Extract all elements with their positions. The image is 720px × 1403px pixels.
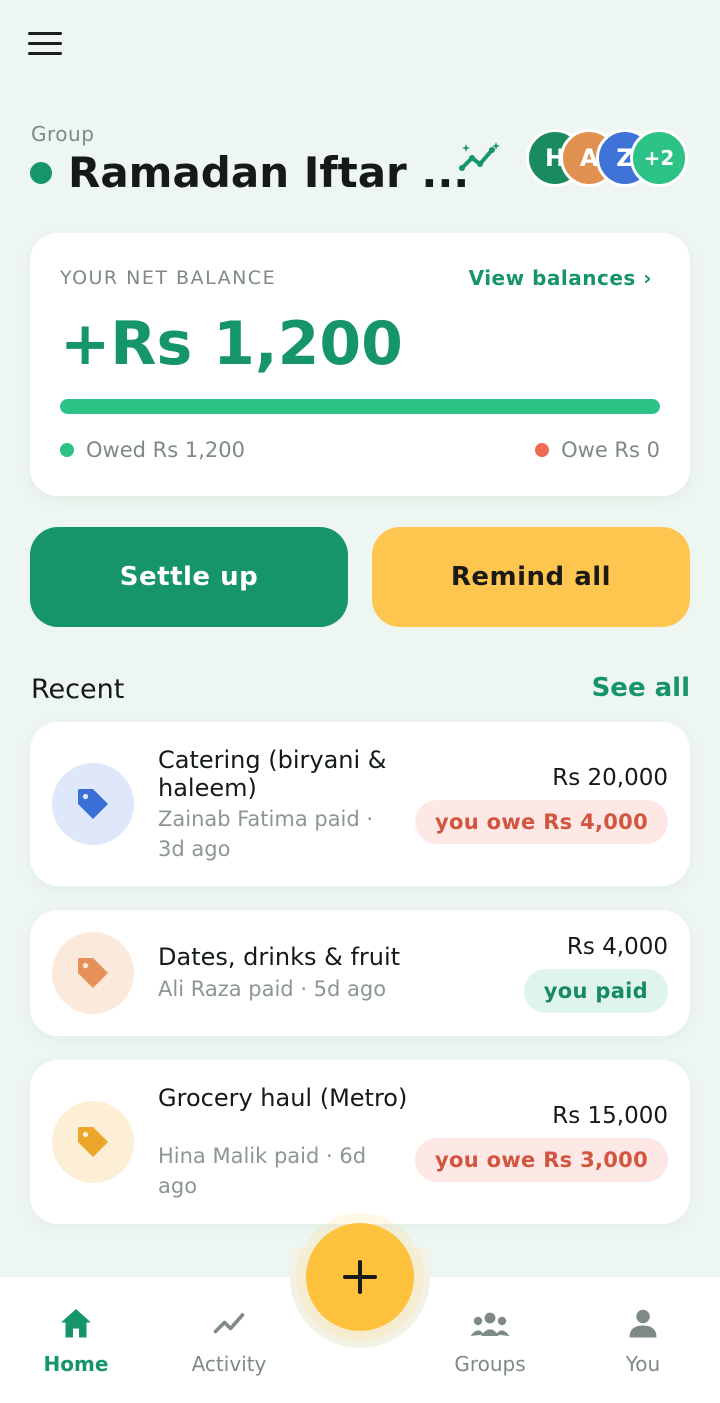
group-title: Ramadan Iftar ... bbox=[68, 148, 470, 197]
groups-icon bbox=[470, 1312, 510, 1336]
status-badge: you owe Rs 3,000 bbox=[415, 1138, 668, 1182]
user-icon bbox=[629, 1309, 657, 1338]
expense-subtitle: Hina Malik paid · 6d ago bbox=[158, 1144, 367, 1198]
expense-title: Grocery haul (Metro) bbox=[158, 1084, 408, 1112]
balance-progress-fill bbox=[60, 399, 660, 414]
tag-icon bbox=[78, 789, 108, 819]
expense-subtitle: Zainab Fatima paid · 3d ago bbox=[158, 807, 374, 861]
settle-up-button[interactable]: Settle up bbox=[30, 527, 348, 627]
owed-label: Owed Rs 1,200 bbox=[86, 438, 245, 462]
expense-title: Catering (biryani & haleem) bbox=[158, 746, 387, 802]
view-balances-link[interactable]: View balances › bbox=[469, 266, 652, 290]
group-title-row[interactable]: Ramadan Iftar ... bbox=[30, 148, 469, 197]
hamburger-menu-icon bbox=[28, 32, 62, 35]
owe-legend: Owe Rs 0 bbox=[535, 438, 660, 462]
nav-label: Home bbox=[43, 1352, 109, 1376]
expense-amount: Rs 4,000 bbox=[566, 934, 668, 960]
status-badge: you paid bbox=[523, 969, 668, 1013]
menu-button[interactable] bbox=[28, 32, 64, 60]
nav-groups[interactable]: Groups bbox=[430, 1306, 550, 1376]
expense-item[interactable]: Catering (biryani & haleem) Zainab Fatim… bbox=[30, 722, 690, 886]
owe-label: Owe Rs 0 bbox=[561, 438, 660, 462]
owed-legend: Owed Rs 1,200 bbox=[60, 438, 245, 462]
insights-button[interactable] bbox=[456, 140, 504, 180]
net-balance-label: YOUR NET BALANCE bbox=[60, 267, 277, 289]
add-expense-button[interactable] bbox=[306, 1223, 414, 1331]
nav-label: Groups bbox=[454, 1352, 526, 1376]
owe-dot-icon bbox=[535, 443, 550, 457]
expense-subtitle: Ali Raza paid · 5d ago bbox=[158, 977, 387, 1001]
expense-icon-wrap bbox=[52, 932, 134, 1014]
net-balance-card: YOUR NET BALANCE View balances › +Rs 1,2… bbox=[30, 233, 690, 496]
nav-you[interactable]: You bbox=[583, 1306, 703, 1376]
net-balance-amount: +Rs 1,200 bbox=[60, 309, 403, 379]
avatar-more-count: +2 bbox=[630, 129, 688, 187]
group-status-dot bbox=[30, 161, 52, 184]
group-label: Group bbox=[31, 122, 95, 146]
nav-label: You bbox=[625, 1352, 661, 1376]
sparkle-trend-icon bbox=[459, 142, 500, 171]
expense-icon-wrap bbox=[52, 1101, 134, 1183]
recent-section-title: Recent bbox=[31, 674, 125, 705]
status-badge: you owe Rs 4,000 bbox=[415, 800, 668, 844]
nav-activity[interactable]: Activity bbox=[169, 1306, 289, 1376]
see-all-link[interactable]: See all bbox=[592, 673, 690, 703]
expense-amount: Rs 20,000 bbox=[552, 765, 668, 791]
expense-item[interactable]: Grocery haul (Metro) Hina Malik paid · 6… bbox=[30, 1060, 690, 1224]
nav-label: Activity bbox=[191, 1352, 267, 1376]
tag-icon bbox=[78, 958, 108, 988]
balance-progress-bar bbox=[60, 399, 660, 414]
expense-amount: Rs 15,000 bbox=[552, 1103, 668, 1129]
activity-icon bbox=[213, 1313, 245, 1334]
remind-all-button[interactable]: Remind all bbox=[372, 527, 690, 627]
home-icon bbox=[61, 1309, 91, 1338]
plus-icon bbox=[343, 1260, 377, 1294]
expense-title: Dates, drinks & fruit bbox=[158, 943, 401, 971]
member-avatars[interactable]: H A Z +2 bbox=[526, 129, 690, 187]
tag-icon bbox=[78, 1127, 108, 1157]
owed-dot-icon bbox=[60, 443, 74, 457]
nav-home[interactable]: Home bbox=[16, 1306, 136, 1376]
expense-icon-wrap bbox=[52, 763, 134, 845]
expense-item[interactable]: Dates, drinks & fruit Ali Raza paid · 5d… bbox=[30, 910, 690, 1036]
